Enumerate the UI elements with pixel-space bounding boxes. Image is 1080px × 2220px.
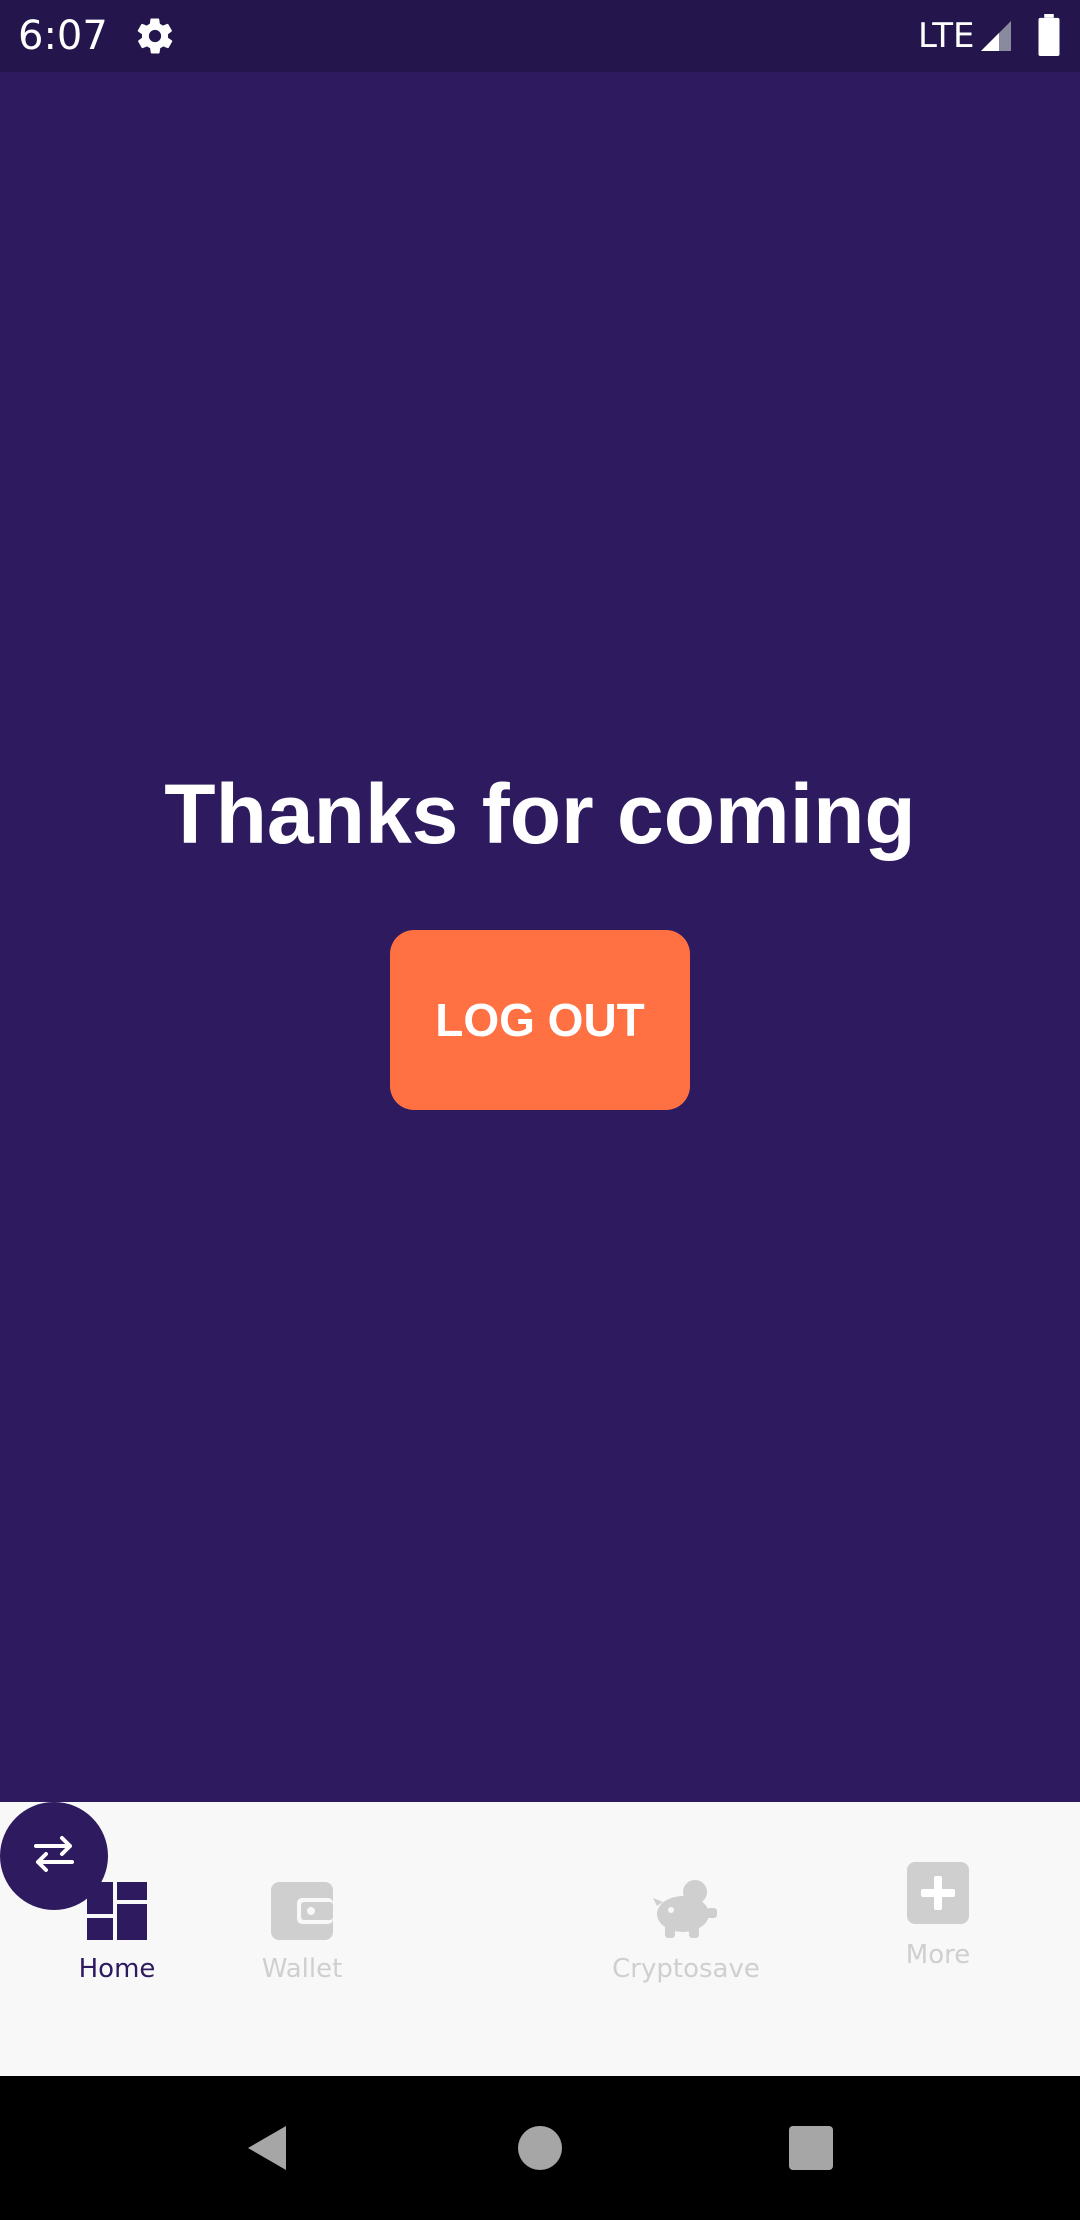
nav-label-wallet: Wallet [261,1954,343,1984]
main-content: Thanks for coming LOG OUT [0,72,1080,1802]
back-icon[interactable] [242,2122,294,2174]
network-type: LTE [918,16,975,56]
nav-label-cryptosave: Cryptosave [612,1954,760,1984]
recents-icon[interactable] [785,2122,837,2174]
status-time: 6:07 [18,13,108,59]
nav-item-cryptosave[interactable]: Cryptosave [596,1802,776,2076]
logout-button[interactable]: LOG OUT [390,930,690,1110]
page-title: Thanks for coming [164,767,916,861]
nav-item-wallet[interactable]: Wallet [222,1802,382,2076]
signal-icon [978,18,1014,54]
status-bar: 6:07 LTE [0,0,1080,72]
nav-item-home[interactable]: Home [37,1802,197,2076]
wallet-icon [271,1882,333,1940]
nav-item-more[interactable]: More [858,1802,1018,2076]
plus-icon [907,1862,969,1924]
battery-icon [1037,14,1061,56]
piggy-bank-icon [653,1876,719,1940]
system-navigation-bar [0,2076,1080,2220]
nav-label-home: Home [78,1954,156,1984]
nav-label-more: More [905,1940,971,1970]
gear-icon [134,15,176,57]
dashboard-icon [87,1882,147,1940]
bottom-navigation: Home Wallet Cryptosave More [0,1802,1080,2076]
home-circle-icon[interactable] [514,2122,566,2174]
